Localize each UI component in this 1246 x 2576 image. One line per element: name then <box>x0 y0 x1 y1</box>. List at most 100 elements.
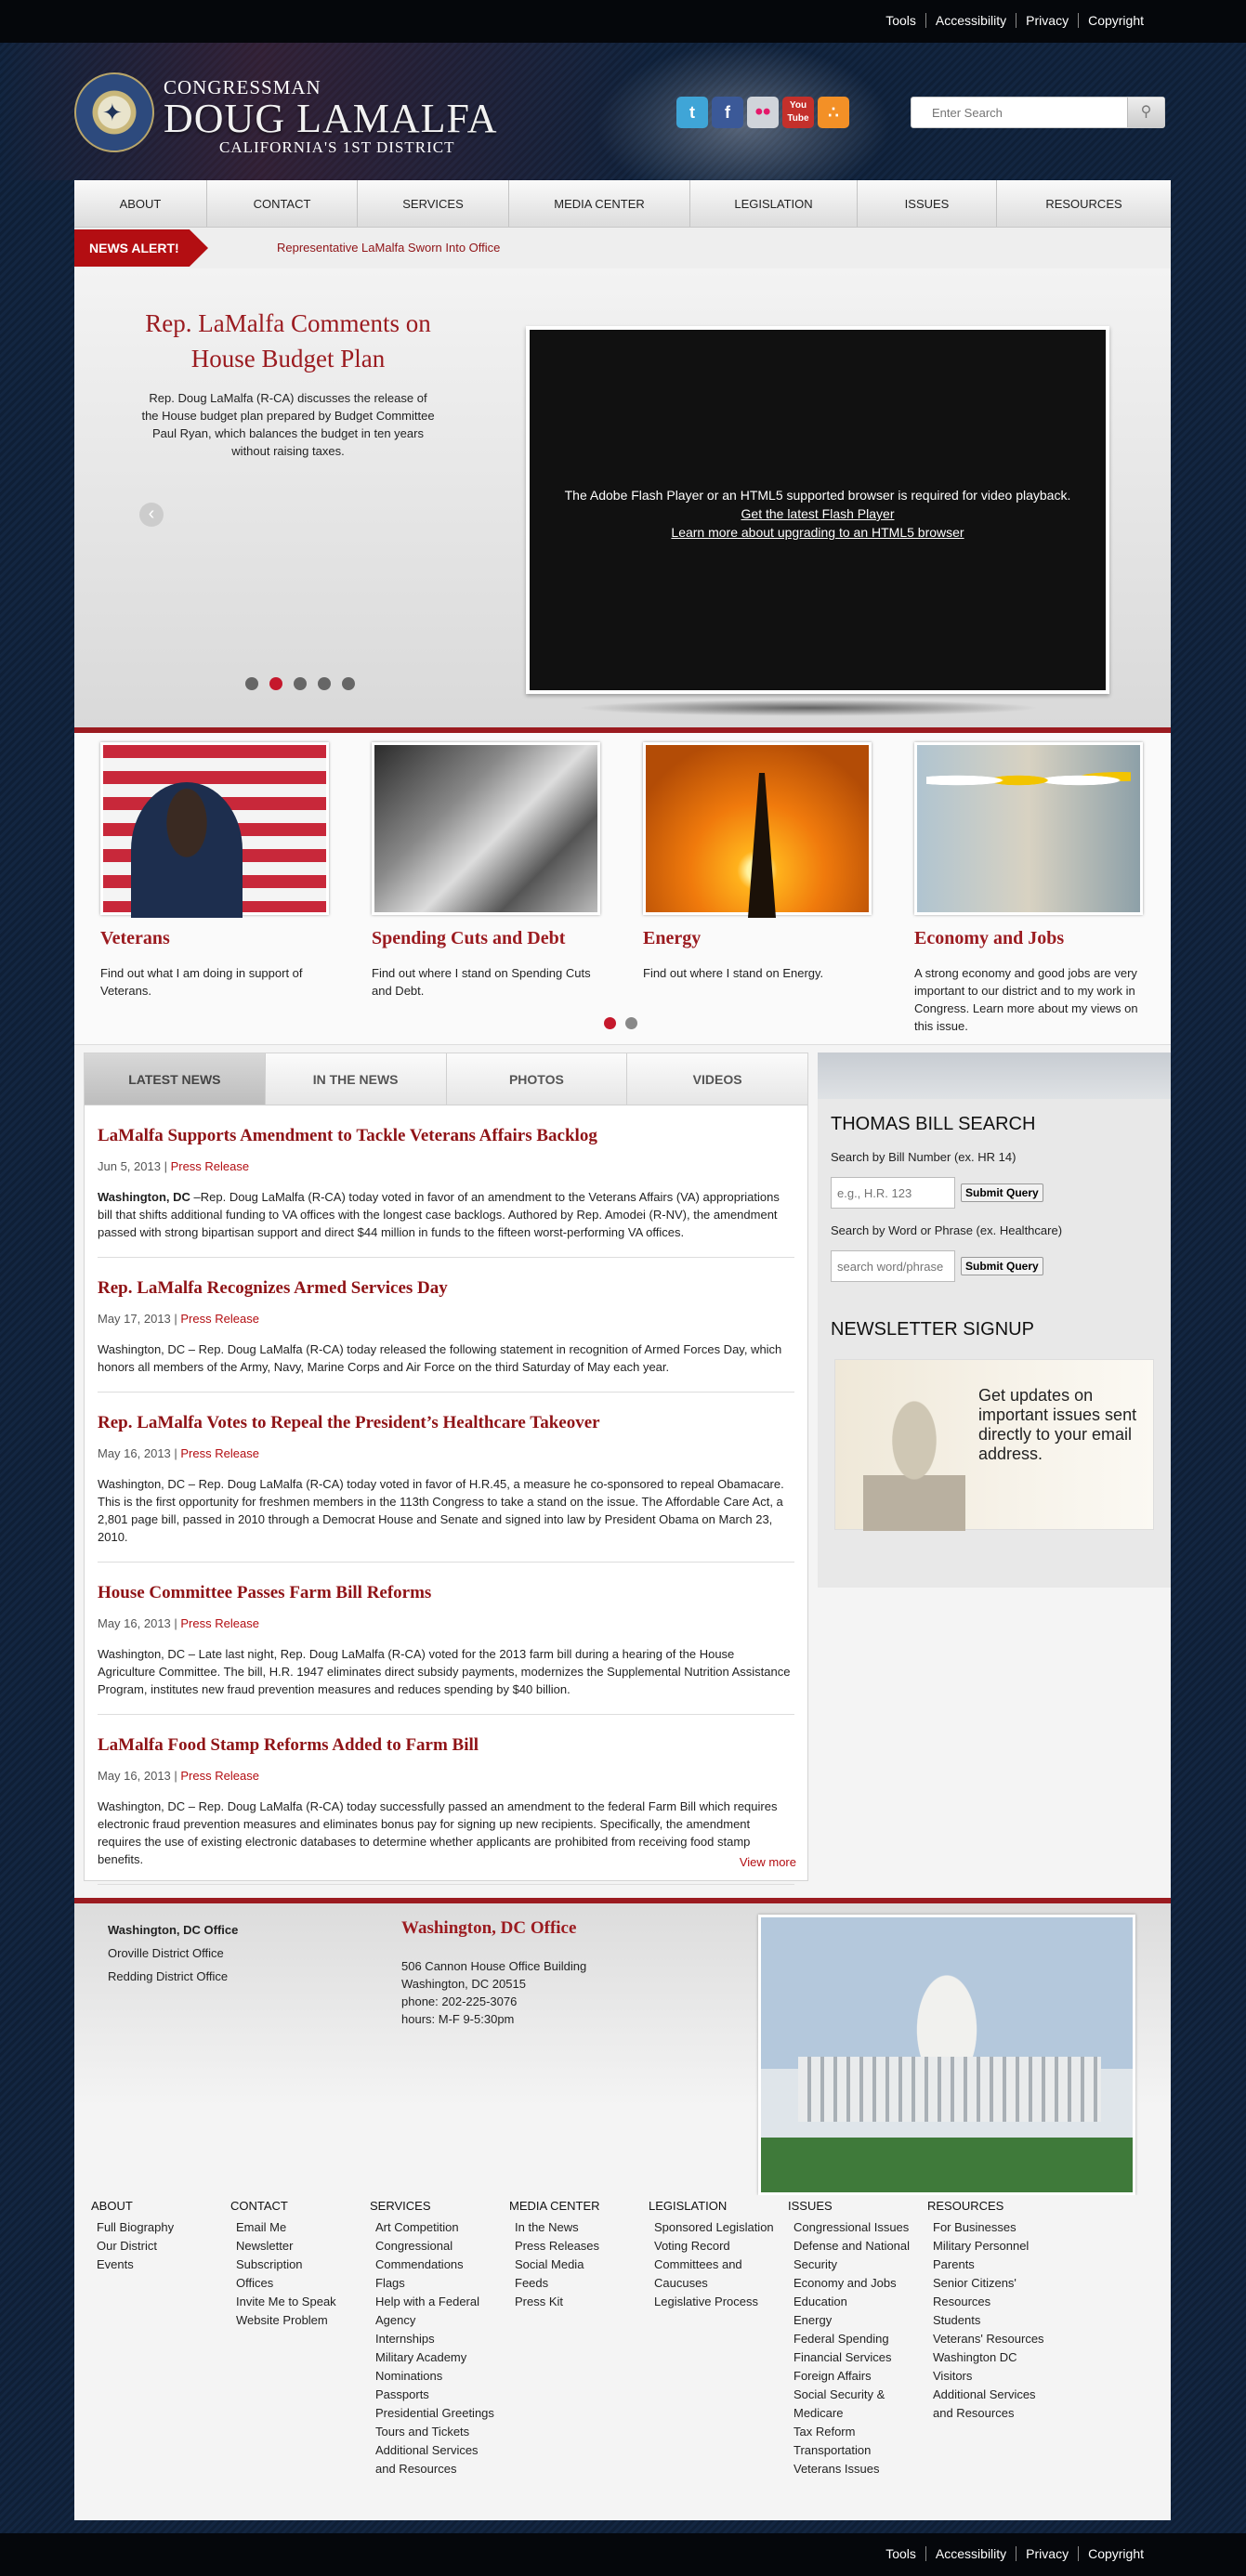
tab-photos[interactable]: PHOTOS <box>446 1053 628 1105</box>
sitemap-link[interactable]: Events <box>91 2256 221 2274</box>
bill-phrase-input[interactable] <box>831 1250 955 1282</box>
util-link-privacy[interactable]: Privacy <box>1016 2546 1078 2561</box>
flash-player-link[interactable]: Get the latest Flash Player <box>530 504 1106 523</box>
sitemap-link[interactable]: Art Competition <box>370 2218 500 2237</box>
sitemap-link[interactable]: Sponsored Legislation <box>649 2218 779 2237</box>
sitemap-heading[interactable]: RESOURCES <box>927 2199 1048 2213</box>
util-link-copyright[interactable]: Copyright <box>1078 2546 1153 2561</box>
util-link-tools[interactable]: Tools <box>876 2546 925 2561</box>
tab-videos[interactable]: VIDEOS <box>627 1053 807 1105</box>
sitemap-link[interactable]: For Businesses <box>927 2218 1048 2237</box>
office-item-washington[interactable]: Washington, DC Office <box>108 1918 238 1942</box>
util-link-accessibility[interactable]: Accessibility <box>925 2546 1016 2561</box>
sitemap-link[interactable]: Economy and Jobs <box>788 2274 923 2293</box>
sitemap-link[interactable]: Foreign Affairs <box>788 2367 923 2386</box>
slider-dot-2[interactable] <box>269 677 282 690</box>
sitemap-link[interactable]: Federal Spending <box>788 2330 923 2348</box>
sitemap-link[interactable]: Social Media <box>509 2256 630 2274</box>
sitemap-link[interactable]: Committees and Caucuses <box>649 2256 779 2293</box>
article-title[interactable]: Rep. LaMalfa Recognizes Armed Services D… <box>98 1278 794 1299</box>
flickr-icon[interactable]: •• <box>747 97 779 128</box>
sitemap-link[interactable]: Full Biography <box>91 2218 221 2237</box>
sitemap-link[interactable]: Passports <box>370 2386 500 2404</box>
util-link-tools[interactable]: Tools <box>876 13 925 28</box>
sitemap-link[interactable]: Military Academy Nominations <box>370 2348 500 2386</box>
house-seal-logo[interactable]: ✦ <box>74 72 154 152</box>
sitemap-link[interactable]: Press Kit <box>509 2293 630 2311</box>
sitemap-link[interactable]: Students <box>927 2311 1048 2330</box>
html5-browser-link[interactable]: Learn more about upgrading to an HTML5 b… <box>530 523 1106 542</box>
sitemap-heading[interactable]: MEDIA CENTER <box>509 2199 630 2213</box>
sitemap-link[interactable]: Education <box>788 2293 923 2311</box>
sitemap-link[interactable]: Veterans' Resources <box>927 2330 1048 2348</box>
video-player[interactable]: The Adobe Flash Player or an HTML5 suppo… <box>526 326 1109 694</box>
twitter-icon[interactable]: t <box>676 97 708 128</box>
slider-dot-5[interactable] <box>342 677 355 690</box>
rss-icon[interactable]: ∴ <box>818 97 849 128</box>
sitemap-link[interactable]: Flags <box>370 2274 500 2293</box>
sitemap-link[interactable]: Additional Services and Resources <box>927 2386 1048 2423</box>
sitemap-link[interactable]: Website Problem <box>230 2311 351 2330</box>
sitemap-link[interactable]: Defense and National Security <box>788 2237 923 2274</box>
site-brand[interactable]: CONGRESSMAN DOUG LAMALFA CALIFORNIA'S 1S… <box>164 76 498 157</box>
feature-title[interactable]: Economy and Jobs <box>914 928 1156 949</box>
facebook-icon[interactable]: f <box>712 97 743 128</box>
slider-prev-button[interactable]: ‹ <box>139 503 164 527</box>
util-link-privacy[interactable]: Privacy <box>1016 13 1078 28</box>
sitemap-link[interactable]: Our District <box>91 2237 221 2256</box>
youtube-icon[interactable]: You Tube <box>782 97 814 128</box>
sitemap-link[interactable]: Tax Reform <box>788 2423 923 2441</box>
sitemap-link[interactable]: Transportation <box>788 2441 923 2460</box>
article-type-link[interactable]: Press Release <box>180 1446 259 1460</box>
slider-dot-4[interactable] <box>318 677 331 690</box>
bill-phrase-submit-button[interactable]: Submit Query <box>961 1257 1043 1275</box>
tab-in-the-news[interactable]: IN THE NEWS <box>265 1053 447 1105</box>
sitemap-link[interactable]: Help with a Federal Agency <box>370 2293 500 2330</box>
sitemap-link[interactable]: Military Personnel <box>927 2237 1048 2256</box>
article-type-link[interactable]: Press Release <box>171 1159 250 1173</box>
sitemap-link[interactable]: Voting Record <box>649 2237 779 2256</box>
sitemap-link[interactable]: Presidential Greetings <box>370 2404 500 2423</box>
sitemap-link[interactable]: Financial Services <box>788 2348 923 2367</box>
bill-number-submit-button[interactable]: Submit Query <box>961 1183 1043 1202</box>
credit-cards-image[interactable] <box>372 742 600 915</box>
article-type-link[interactable]: Press Release <box>180 1616 259 1630</box>
sitemap-link[interactable]: Invite Me to Speak <box>230 2293 351 2311</box>
workers-image[interactable] <box>914 742 1143 915</box>
feature-dot-2[interactable] <box>625 1017 637 1029</box>
search-button[interactable]: ⚲ <box>1127 98 1164 127</box>
nav-item-about[interactable]: ABOUT <box>74 180 207 227</box>
sitemap-link[interactable]: Senior Citizens' Resources <box>927 2274 1048 2311</box>
sitemap-link[interactable]: In the News <box>509 2218 630 2237</box>
sitemap-link[interactable]: Legislative Process <box>649 2293 779 2311</box>
article-title[interactable]: LaMalfa Food Stamp Reforms Added to Farm… <box>98 1735 794 1756</box>
view-more-link[interactable]: View more <box>740 1855 796 1869</box>
sitemap-link[interactable]: Congressional Issues <box>788 2218 923 2237</box>
feature-title[interactable]: Energy <box>643 928 885 949</box>
sitemap-link[interactable]: Additional Services and Resources <box>370 2441 500 2478</box>
nav-item-services[interactable]: SERVICES <box>358 180 509 227</box>
news-alert-link[interactable]: Representative LaMalfa Sworn Into Office <box>277 241 500 255</box>
sitemap-heading[interactable]: CONTACT <box>230 2199 351 2213</box>
sitemap-link[interactable]: Parents <box>927 2256 1048 2274</box>
article-type-link[interactable]: Press Release <box>180 1769 259 1783</box>
sitemap-link[interactable]: Newsletter Subscription <box>230 2237 351 2274</box>
nav-item-media-center[interactable]: MEDIA CENTER <box>509 180 690 227</box>
feature-title[interactable]: Spending Cuts and Debt <box>372 928 613 949</box>
util-link-accessibility[interactable]: Accessibility <box>925 13 1016 28</box>
article-title[interactable]: Rep. LaMalfa Votes to Repeal the Preside… <box>98 1413 794 1433</box>
sitemap-link[interactable]: Press Releases <box>509 2237 630 2256</box>
sitemap-link[interactable]: Email Me <box>230 2218 351 2237</box>
sitemap-link[interactable]: Social Security & Medicare <box>788 2386 923 2423</box>
sitemap-heading[interactable]: ISSUES <box>788 2199 923 2213</box>
bill-number-input[interactable] <box>831 1177 955 1209</box>
tab-latest-news[interactable]: LATEST NEWS <box>85 1053 266 1105</box>
article-title[interactable]: LaMalfa Supports Amendment to Tackle Vet… <box>98 1126 794 1146</box>
veterans-image[interactable] <box>100 742 329 918</box>
article-type-link[interactable]: Press Release <box>180 1312 259 1326</box>
slider-dot-1[interactable] <box>245 677 258 690</box>
nav-item-issues[interactable]: ISSUES <box>858 180 997 227</box>
nav-item-resources[interactable]: RESOURCES <box>997 180 1171 227</box>
feature-dot-1[interactable] <box>604 1017 616 1029</box>
office-item-redding[interactable]: Redding District Office <box>108 1965 238 1988</box>
